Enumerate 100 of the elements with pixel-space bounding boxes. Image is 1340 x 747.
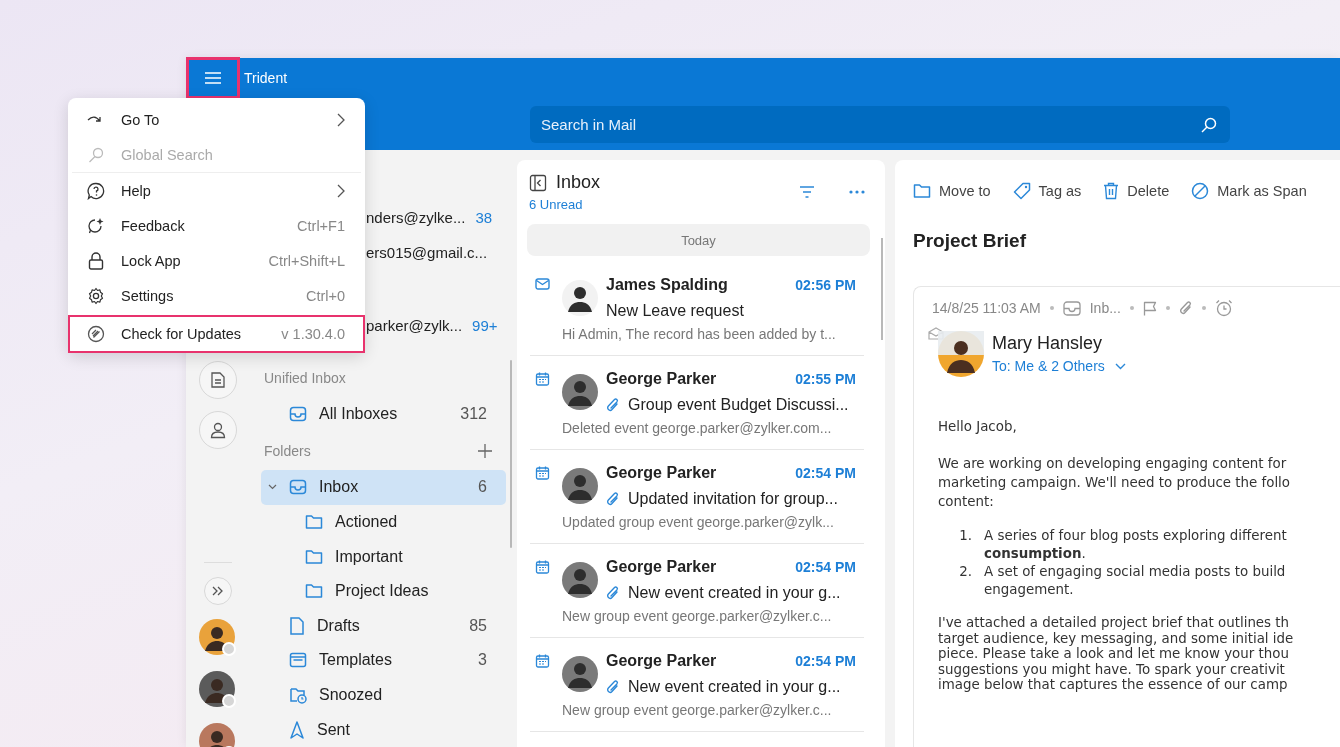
menu-item[interactable]: Lock App Ctrl+Shift+L bbox=[68, 243, 365, 278]
message-sender: George Parker bbox=[606, 370, 717, 388]
folder-item[interactable]: Inbox 6 bbox=[261, 470, 506, 505]
message-preview: Updated group event george.parker@zylk... bbox=[562, 514, 835, 530]
sender-name: Mary Hansley bbox=[992, 333, 1104, 354]
message-item[interactable]: George Parker 02:54 PM New event created in your g... New group event george.parker@zylker.c... bbox=[530, 544, 864, 638]
folder-item[interactable]: Snoozed bbox=[261, 677, 506, 713]
help-icon bbox=[86, 181, 106, 200]
avatar bbox=[562, 656, 598, 692]
section-heading: Folders bbox=[264, 442, 311, 459]
folder-icon bbox=[913, 183, 931, 199]
menu-item[interactable]: Settings Ctrl+0 bbox=[68, 278, 365, 313]
message-item[interactable]: George Parker 02:54 PM Updated invitation for group... Updated group event george.parker@zylk... bbox=[530, 450, 864, 544]
inbox-icon bbox=[1062, 300, 1081, 316]
avatar bbox=[562, 280, 598, 316]
separator-dot bbox=[1201, 306, 1206, 310]
list-item-text: A series of four blog posts exploring different consumption. bbox=[984, 527, 1287, 563]
unread-count: 38 bbox=[475, 209, 493, 226]
alarm-clock-icon[interactable] bbox=[1214, 299, 1233, 317]
menu-item[interactable]: Feedback Ctrl+F1 bbox=[68, 208, 365, 243]
search-icon bbox=[86, 146, 106, 163]
message-time: 02:54 PM bbox=[795, 559, 857, 575]
message-sender: James Spalding bbox=[606, 276, 728, 294]
paperclip-icon[interactable] bbox=[1178, 300, 1193, 316]
avatar bbox=[938, 331, 984, 377]
contacts-button[interactable] bbox=[199, 411, 237, 449]
menu-item[interactable]: Help bbox=[68, 173, 365, 208]
folder-icon bbox=[305, 514, 323, 530]
avatar[interactable] bbox=[199, 671, 237, 709]
double-chevron-icon bbox=[212, 586, 224, 596]
panel-toggle-icon[interactable] bbox=[529, 173, 547, 192]
folder-item[interactable]: Drafts 85 bbox=[261, 608, 506, 644]
message-time: 02:54 PM bbox=[795, 653, 857, 669]
body-paragraph: Hello Jacob, bbox=[938, 418, 1018, 436]
clock-folder-icon bbox=[289, 686, 307, 705]
unread-count[interactable]: 6 Unread bbox=[529, 197, 799, 212]
update-icon bbox=[86, 325, 106, 343]
menu-item[interactable]: Check for Updates v 1.30.4.0 bbox=[68, 315, 365, 353]
document-icon bbox=[209, 371, 227, 389]
avatar bbox=[562, 468, 598, 504]
toolbar-action[interactable]: Tag as bbox=[1012, 182, 1082, 200]
menu-item[interactable]: Go To bbox=[68, 102, 365, 137]
inbox-icon bbox=[289, 479, 307, 496]
list-number: 1. bbox=[958, 527, 972, 545]
toolbar-action[interactable]: Move to bbox=[913, 182, 991, 200]
message-folder: Inb... bbox=[1089, 300, 1121, 316]
account-email[interactable]: ers015@gmail.c... bbox=[366, 244, 488, 261]
paperclip-icon bbox=[606, 585, 620, 601]
toolbar-action[interactable]: Delete bbox=[1103, 182, 1170, 200]
feedback-icon bbox=[86, 216, 106, 235]
recipients-link[interactable]: To: Me & 2 Others bbox=[992, 358, 1126, 374]
folder-item[interactable]: Important bbox=[261, 539, 506, 574]
message-sender: George Parker bbox=[606, 464, 717, 482]
message-subject: Group event Budget Discussi... bbox=[628, 396, 849, 414]
message-item[interactable]: George Parker 02:54 PM New event created in your g... New group event george.parker@zylker.c... bbox=[530, 638, 864, 732]
date-group-header: Today bbox=[527, 224, 870, 256]
message-sender: George Parker bbox=[606, 652, 717, 670]
paperclip-icon bbox=[606, 491, 620, 507]
calendar-icon bbox=[535, 560, 550, 574]
toolbar-action[interactable]: Mark as Span bbox=[1191, 182, 1307, 200]
folder-item[interactable]: Project Ideas bbox=[261, 573, 506, 609]
message-preview: New group event george.parker@zylker.c... bbox=[562, 702, 833, 718]
message-preview: Hi Admin, The record has been added by t... bbox=[562, 326, 837, 342]
template-icon bbox=[289, 652, 307, 669]
message-subject: New Leave request bbox=[606, 302, 744, 320]
flag-icon[interactable] bbox=[1142, 300, 1157, 316]
notes-button[interactable] bbox=[199, 361, 237, 399]
expand-button[interactable] bbox=[204, 577, 232, 605]
search-field[interactable]: Search in Mail bbox=[530, 105, 1230, 143]
message-item[interactable]: George Parker 02:55 PM Group event Budget Discussi... Deleted event george.parker@zylker.com... bbox=[530, 356, 864, 450]
envelope-icon bbox=[535, 278, 550, 290]
folder-item[interactable]: Actioned bbox=[261, 504, 506, 540]
message-item[interactable]: James Spalding 02:56 PM New Leave request Hi Admin, The record has been added by t... bbox=[530, 262, 864, 356]
message-time: 02:56 PM bbox=[795, 277, 857, 293]
account-email[interactable]: nders@zylke... bbox=[366, 209, 466, 226]
more-icon[interactable] bbox=[849, 190, 865, 194]
window-title: Trident bbox=[244, 70, 288, 86]
block-icon bbox=[1191, 182, 1210, 200]
folder-item[interactable]: All Inboxes 312 bbox=[261, 396, 506, 432]
chevron-right-icon bbox=[337, 183, 345, 198]
tag-icon bbox=[1012, 182, 1031, 200]
settings-icon bbox=[86, 286, 106, 305]
list-number: 2. bbox=[958, 563, 972, 581]
message-date: 14/8/25 11:03 AM bbox=[932, 300, 1041, 316]
folder-item[interactable]: Sent bbox=[261, 712, 506, 747]
menu-button[interactable] bbox=[186, 57, 240, 99]
message-subject: New event created in your g... bbox=[628, 678, 841, 696]
add-icon[interactable] bbox=[478, 443, 492, 458]
chevron-down-icon bbox=[1114, 362, 1126, 370]
account-email[interactable]: parker@zylk... bbox=[366, 317, 463, 334]
document-icon bbox=[289, 616, 305, 635]
folder-item[interactable]: Templates 3 bbox=[261, 643, 506, 678]
calendar-icon bbox=[535, 372, 550, 386]
message-time: 02:55 PM bbox=[795, 371, 857, 387]
chevron-icon[interactable] bbox=[267, 484, 277, 491]
message-subject: Updated invitation for group... bbox=[628, 490, 838, 508]
avatar[interactable] bbox=[199, 619, 237, 657]
filter-icon[interactable] bbox=[799, 186, 815, 198]
message-preview: New group event george.parker@zylker.c... bbox=[562, 608, 833, 624]
message-subject: New event created in your g... bbox=[628, 584, 841, 602]
